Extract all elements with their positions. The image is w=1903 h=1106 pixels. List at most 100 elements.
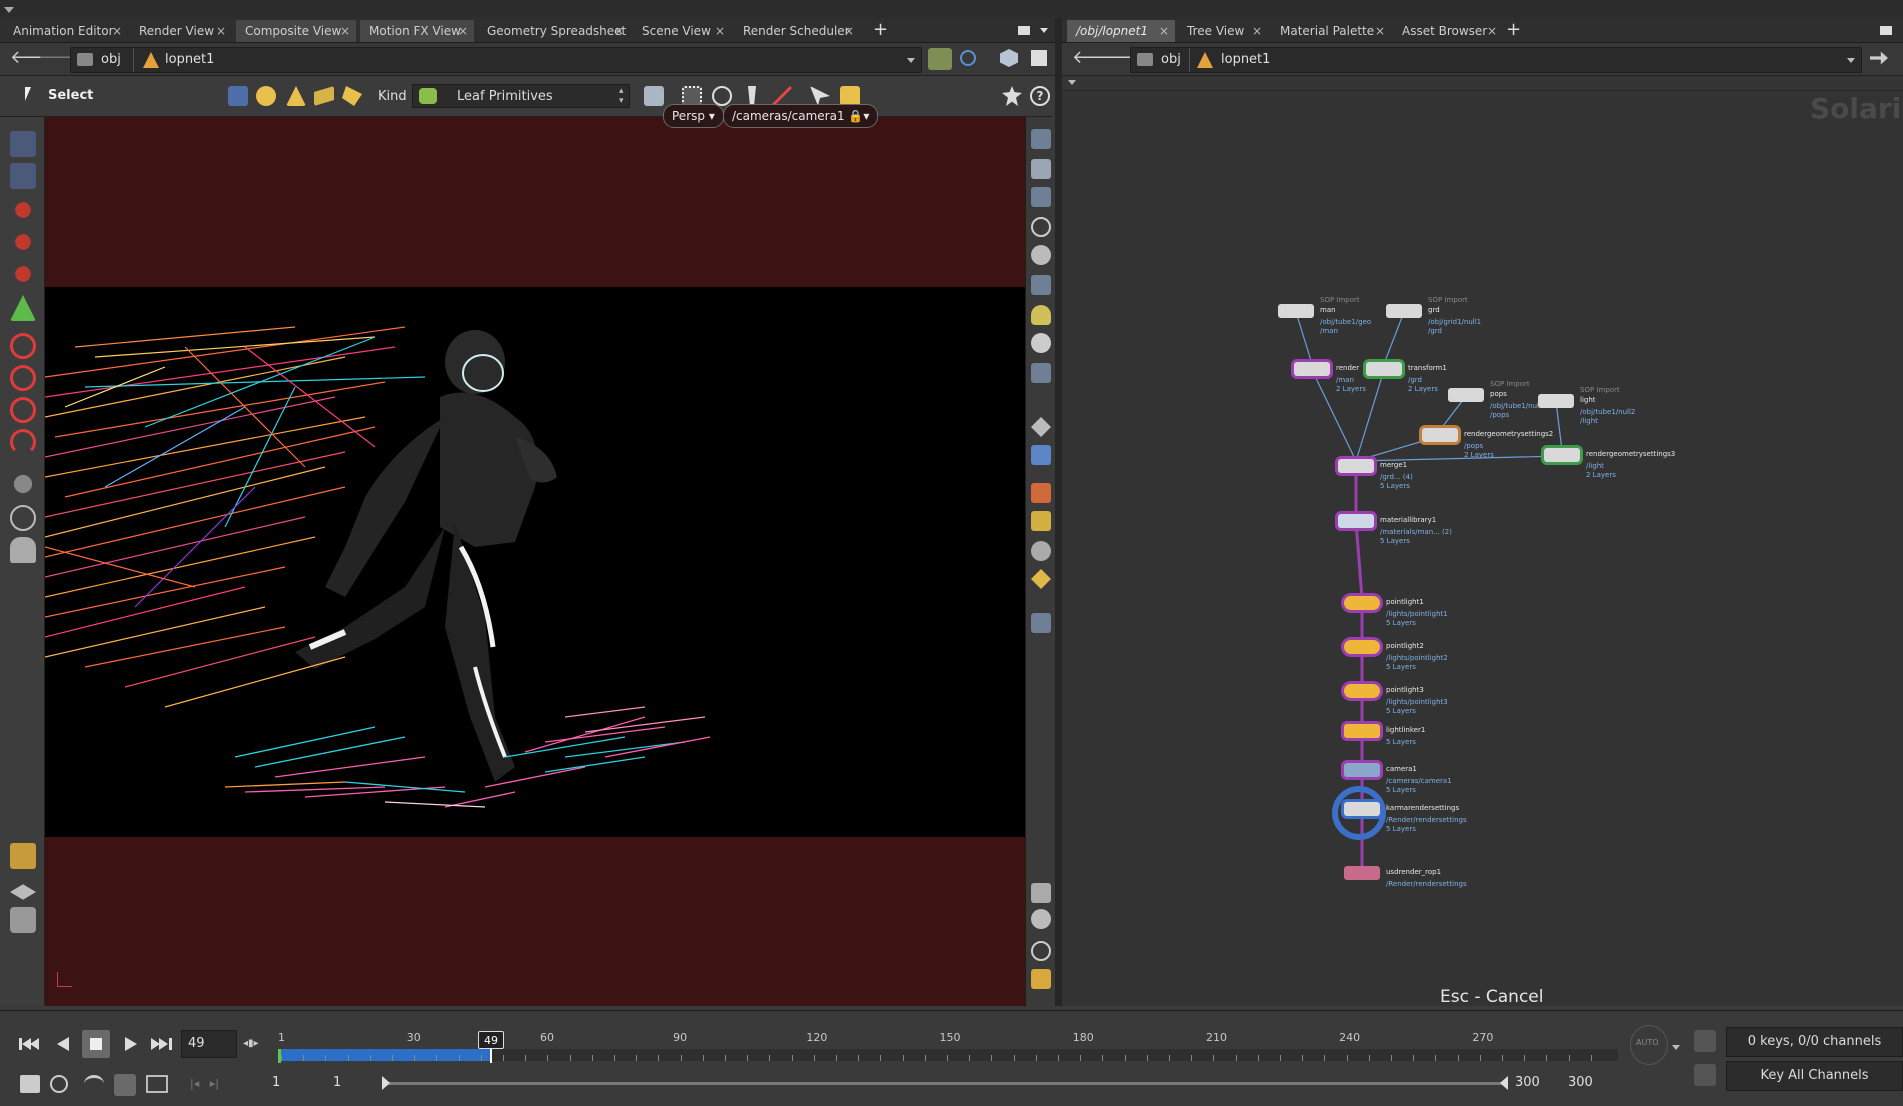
playhead[interactable] [490, 1049, 492, 1063]
range-start-handle[interactable] [382, 1076, 390, 1090]
snapshot-icon[interactable] [1031, 541, 1051, 561]
gear-icon[interactable] [1002, 86, 1022, 106]
current-frame-field[interactable]: 49 [181, 1030, 237, 1058]
keys-channels-button[interactable]: 0 keys, 0/0 channels [1726, 1027, 1903, 1057]
select-tool-label[interactable]: Select [48, 88, 93, 103]
audio-icon[interactable] [20, 1075, 40, 1093]
close-icon[interactable]: × [340, 20, 350, 42]
orbit-tool-icon[interactable] [10, 505, 36, 531]
tab-animation-editor[interactable]: Animation Editor × [4, 20, 128, 42]
range-end-handle[interactable] [1500, 1076, 1508, 1090]
tab-geometry-spreadsheet[interactable]: Geometry Spreadsheet × [478, 20, 630, 42]
node-body[interactable] [1344, 724, 1380, 738]
scale-tool-icon[interactable] [15, 266, 31, 282]
breadcrumb-obj[interactable]: obj [1161, 48, 1181, 72]
tab-render-view[interactable]: Render View × [130, 20, 232, 42]
tab-scene-view[interactable]: Scene View × [633, 20, 731, 42]
ruler-icon[interactable] [146, 1075, 168, 1093]
select-edges-icon[interactable] [286, 86, 306, 106]
tab-composite-view[interactable]: Composite View × [236, 20, 356, 42]
laser-select-icon[interactable] [772, 86, 792, 106]
box-select-icon[interactable] [682, 86, 702, 106]
timeline-slider[interactable]: 1 30 60 90 120 150 180 210 240 270 49 [278, 1031, 1618, 1065]
lock-camera-icon[interactable] [1031, 187, 1051, 207]
projection-menu[interactable]: Persp ▾ [663, 104, 724, 128]
edit-tool-icon[interactable] [10, 333, 36, 359]
range-end-field[interactable]: 300 [1515, 1075, 1540, 1090]
lasso-select-icon[interactable] [712, 86, 732, 106]
path-field[interactable]: obj lopnet1 [70, 47, 922, 73]
close-icon[interactable]: × [216, 20, 226, 42]
magnet-icon[interactable] [10, 429, 36, 455]
rotate-tool-icon[interactable] [15, 234, 31, 250]
headlight-icon[interactable] [1031, 275, 1051, 295]
shading-icon[interactable] [1031, 245, 1051, 265]
lock-icon[interactable] [10, 163, 36, 189]
brush-select-icon[interactable] [748, 86, 756, 106]
tab-tree-view[interactable]: Tree View × [1178, 20, 1268, 42]
tab-motion-fx-view[interactable]: Motion FX View × [360, 20, 474, 42]
render-region-icon[interactable] [1031, 613, 1051, 633]
range-slider-track[interactable] [386, 1082, 1504, 1085]
loop-icon[interactable] [84, 1075, 104, 1093]
node-body[interactable] [1544, 448, 1580, 462]
realtime-icon[interactable] [50, 1075, 68, 1093]
link-icon[interactable] [960, 50, 976, 66]
node-body[interactable] [1422, 428, 1458, 442]
close-icon[interactable]: × [614, 20, 624, 42]
shadow-icon[interactable] [1031, 363, 1051, 383]
keyframe-icon[interactable] [1694, 1030, 1716, 1052]
play-forward-icon[interactable] [116, 1030, 144, 1058]
breadcrumb-lopnet1[interactable]: lopnet1 [165, 48, 214, 72]
pane-divider[interactable] [1055, 18, 1062, 1006]
close-icon[interactable]: × [458, 20, 468, 42]
reference-plane-icon[interactable] [10, 907, 36, 933]
playback-start-field[interactable]: 1 [333, 1075, 341, 1090]
move-tool-icon[interactable] [15, 202, 31, 218]
select-points-icon[interactable] [256, 86, 276, 106]
breadcrumb-lopnet1[interactable]: lopnet1 [1221, 48, 1270, 72]
add-tab-icon[interactable]: + [1506, 20, 1521, 40]
light-bulb-icon[interactable] [1031, 305, 1051, 325]
help-icon[interactable]: ? [1030, 86, 1050, 106]
node-body[interactable] [1344, 640, 1380, 654]
modify-tool-icon[interactable] [10, 365, 36, 391]
eye-icon[interactable] [1031, 909, 1051, 929]
jump-to-end-icon[interactable] [148, 1030, 176, 1058]
play-reverse-icon[interactable] [50, 1030, 78, 1058]
pick-tool-icon[interactable] [644, 86, 664, 106]
pause-icon[interactable] [1031, 445, 1051, 465]
range-start-field[interactable]: 1 [272, 1075, 280, 1090]
tab-material-palette[interactable]: Material Palette × [1271, 20, 1391, 42]
close-icon[interactable]: × [1375, 20, 1385, 42]
node-body[interactable] [1338, 459, 1374, 473]
select-primitives-icon[interactable] [228, 86, 248, 106]
snapping-icon[interactable] [10, 843, 36, 869]
kind-dropdown[interactable]: Leaf Primitives ▴ ▾ [412, 84, 630, 108]
layout-icon[interactable] [1031, 50, 1047, 66]
construction-plane-icon[interactable] [10, 884, 36, 900]
path-field[interactable]: obj lopnet1 [1130, 47, 1862, 73]
auto-key-button[interactable]: AUTO [1630, 1025, 1668, 1065]
close-circle-icon[interactable] [1031, 217, 1051, 237]
node-body[interactable] [1344, 866, 1380, 880]
prev-next-key-icons[interactable]: |◂ ▸| [190, 1077, 219, 1090]
node-body[interactable] [1344, 802, 1380, 816]
node-body[interactable] [1344, 684, 1380, 698]
close-icon[interactable]: × [844, 20, 854, 42]
pin-icon[interactable] [1870, 51, 1888, 65]
network-editor[interactable]: Solaris manSOP Import/obj/tube1/geo /man… [1062, 76, 1903, 1007]
color-correction-icon[interactable] [1031, 483, 1051, 503]
node-body[interactable] [1538, 394, 1574, 408]
select-faces-icon[interactable] [314, 86, 334, 106]
guide-icon[interactable] [1031, 511, 1051, 531]
node-body[interactable] [1344, 596, 1380, 610]
playhead-frame-badge[interactable]: 49 [478, 1031, 504, 1049]
close-icon[interactable]: × [715, 20, 725, 42]
ghost-icon[interactable] [1031, 159, 1051, 179]
node-body[interactable] [1294, 362, 1330, 376]
node-body[interactable] [1386, 304, 1422, 318]
tab-network-lopnet1[interactable]: /obj/lopnet1 × [1067, 20, 1175, 42]
geometry-view-icon[interactable] [1000, 49, 1018, 67]
group-select-icon[interactable] [840, 86, 860, 106]
